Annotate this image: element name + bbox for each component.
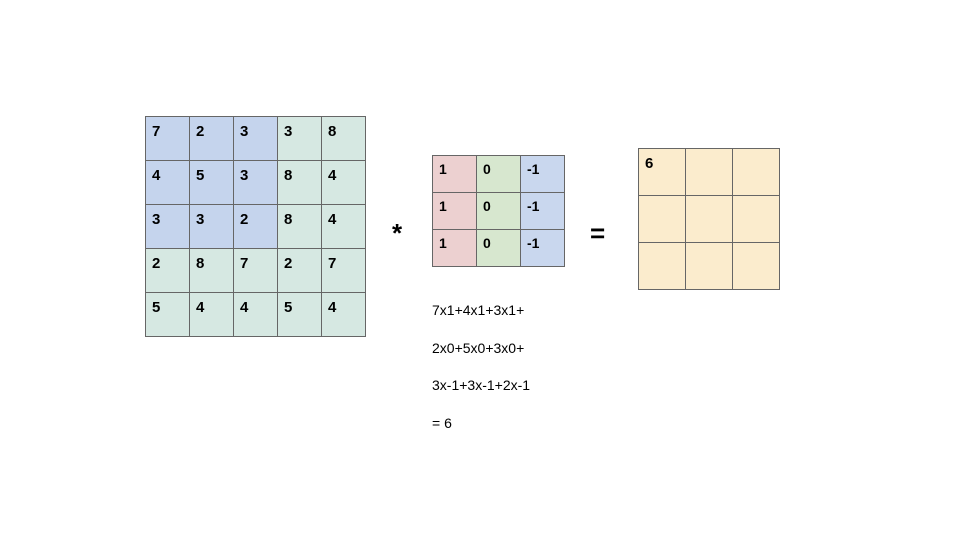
- input-cell: 2: [278, 249, 322, 293]
- output-cell: [733, 243, 780, 290]
- kernel-cell: 0: [477, 193, 521, 230]
- input-cell: 5: [278, 293, 322, 337]
- output-cell: [686, 196, 733, 243]
- input-cell: 4: [190, 293, 234, 337]
- output-cell: [733, 149, 780, 196]
- kernel-cell: -1: [521, 193, 565, 230]
- kernel-cell: -1: [521, 230, 565, 267]
- output-cell: [686, 243, 733, 290]
- kernel-cell: 0: [477, 156, 521, 193]
- input-cell: 7: [234, 249, 278, 293]
- input-cell: 3: [234, 161, 278, 205]
- output-cell: [639, 196, 686, 243]
- output-matrix: 6: [638, 148, 780, 290]
- calculation-text: 7x1+4x1+3x1+ 2x0+5x0+3x0+ 3x-1+3x-1+2x-1…: [432, 282, 530, 433]
- calc-line: 3x-1+3x-1+2x-1: [432, 377, 530, 393]
- input-cell: 2: [234, 205, 278, 249]
- conv-operator: *: [392, 218, 402, 249]
- calc-line: 7x1+4x1+3x1+: [432, 302, 524, 318]
- input-cell: 4: [322, 161, 366, 205]
- calc-line: 2x0+5x0+3x0+: [432, 340, 524, 356]
- output-cell: [733, 196, 780, 243]
- input-cell: 8: [322, 117, 366, 161]
- input-cell: 8: [278, 205, 322, 249]
- input-cell: 3: [278, 117, 322, 161]
- input-matrix: 7 2 3 3 8 4 5 3 8 4 3 3 2 8 4 2: [145, 116, 366, 337]
- input-cell: 2: [190, 117, 234, 161]
- input-cell: 3: [146, 205, 190, 249]
- input-cell: 7: [146, 117, 190, 161]
- input-cell: 4: [322, 293, 366, 337]
- input-cell: 8: [278, 161, 322, 205]
- input-cell: 8: [190, 249, 234, 293]
- kernel-cell: 1: [433, 156, 477, 193]
- output-cell: [686, 149, 733, 196]
- input-cell: 4: [234, 293, 278, 337]
- input-cell: 5: [146, 293, 190, 337]
- output-cell: [639, 243, 686, 290]
- output-cell: 6: [639, 149, 686, 196]
- kernel-matrix: 1 0 -1 1 0 -1 1 0 -1: [432, 155, 565, 267]
- calc-line: = 6: [432, 415, 452, 431]
- equals-operator: =: [590, 218, 605, 249]
- input-cell: 5: [190, 161, 234, 205]
- input-cell: 4: [146, 161, 190, 205]
- input-cell: 4: [322, 205, 366, 249]
- kernel-cell: 0: [477, 230, 521, 267]
- input-cell: 3: [234, 117, 278, 161]
- kernel-cell: 1: [433, 193, 477, 230]
- input-cell: 3: [190, 205, 234, 249]
- input-cell: 7: [322, 249, 366, 293]
- kernel-cell: 1: [433, 230, 477, 267]
- kernel-cell: -1: [521, 156, 565, 193]
- input-cell: 2: [146, 249, 190, 293]
